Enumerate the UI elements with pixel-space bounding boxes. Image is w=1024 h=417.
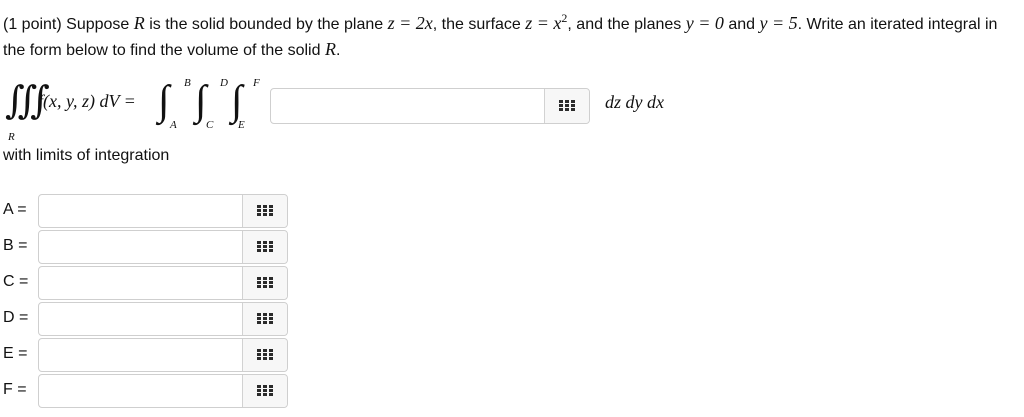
plane-y5-equation: y = 5: [759, 13, 798, 33]
limit-label-f: F =: [3, 381, 27, 398]
plane-equation: z = 2x: [387, 13, 433, 33]
limit-answer-box-d: [38, 302, 288, 336]
limit-answer-box-f: [38, 374, 288, 408]
problem-prefix: (1 point) Suppose: [3, 16, 130, 33]
lower-limit-c: C: [206, 119, 214, 131]
keypad-grid-icon: [257, 385, 273, 396]
solid-name-2: R: [324, 39, 336, 59]
limit-palette-button-d[interactable]: [242, 303, 287, 335]
limit-palette-button-e[interactable]: [242, 339, 287, 371]
problem-text-2: , the surface: [432, 16, 521, 33]
limit-answer-box-e: [38, 338, 288, 372]
problem-statement: (1 point) Suppose R is the solid bounded…: [3, 6, 1021, 63]
limit-input-d[interactable]: [39, 303, 259, 335]
limits-heading: with limits of integration: [3, 147, 170, 164]
lower-limit-e: E: [238, 119, 245, 131]
middle-integral-sign: ∫: [195, 78, 207, 124]
limit-answer-box-b: [38, 230, 288, 264]
solid-name: R: [133, 13, 145, 33]
limit-input-f[interactable]: [39, 375, 259, 407]
region-label: R: [8, 131, 15, 143]
triple-integral-symbol: ∭: [5, 80, 50, 122]
limit-label-b: B =: [3, 237, 28, 254]
limit-input-a[interactable]: [39, 195, 259, 227]
integrand-answer-box: [270, 88, 590, 124]
upper-limit-d: D: [220, 77, 228, 89]
upper-limit-b: B: [184, 77, 191, 89]
limit-palette-button-a[interactable]: [242, 195, 287, 227]
keypad-grid-icon: [257, 241, 273, 252]
problem-text-1: is the solid bounded by the plane: [149, 16, 384, 33]
keypad-grid-icon: [257, 349, 273, 360]
limit-label-a: A =: [3, 201, 27, 218]
outer-integral-sign: ∫: [158, 78, 170, 124]
limit-row-b: B =: [0, 230, 300, 264]
surface-equation-base: z = x: [525, 13, 562, 33]
plane-y0-equation: y = 0: [685, 13, 724, 33]
problem-text-4: and: [728, 16, 756, 33]
limit-palette-button-f[interactable]: [242, 375, 287, 407]
keypad-grid-icon: [257, 205, 273, 216]
differentials: dz dy dx: [605, 92, 664, 112]
limit-answer-box-a: [38, 194, 288, 228]
keypad-grid-icon: [257, 277, 273, 288]
limit-palette-button-c[interactable]: [242, 267, 287, 299]
limit-row-c: C =: [0, 266, 300, 300]
limit-palette-button-b[interactable]: [242, 231, 287, 263]
problem-text-6: .: [335, 42, 341, 59]
upper-limit-f: F: [253, 77, 260, 89]
inner-integral-sign: ∫: [231, 78, 243, 124]
limit-row-a: A =: [0, 194, 300, 228]
integrand-palette-button[interactable]: [544, 89, 589, 123]
surface-equation: z = x2: [525, 11, 567, 33]
limit-row-e: E =: [0, 338, 300, 372]
limit-answer-box-c: [38, 266, 288, 300]
integrand-input[interactable]: [271, 89, 561, 123]
limit-row-d: D =: [0, 302, 300, 336]
limit-row-f: F =: [0, 374, 300, 408]
limit-input-c[interactable]: [39, 267, 259, 299]
limit-input-e[interactable]: [39, 339, 259, 371]
keypad-grid-icon: [559, 100, 575, 111]
problem-text-3: , and the planes: [567, 16, 682, 33]
lower-limit-a: A: [170, 119, 177, 131]
keypad-grid-icon: [257, 313, 273, 324]
limit-label-c: C =: [3, 273, 29, 290]
limit-input-b[interactable]: [39, 231, 259, 263]
integrand: f(x, y, z) dV =: [38, 91, 136, 111]
limit-label-d: D =: [3, 309, 29, 326]
limit-label-e: E =: [3, 345, 28, 362]
